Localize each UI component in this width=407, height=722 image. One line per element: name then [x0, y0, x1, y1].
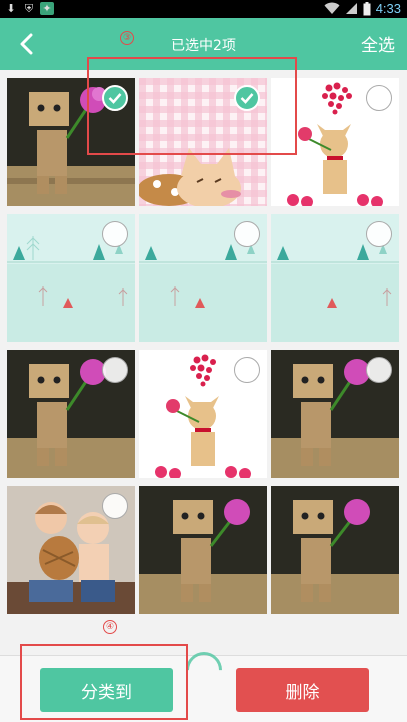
app-screen: ⬇ ⛨ ✦ 4:33 已选中2项 全选 ③ 分类到 删除 ④	[0, 0, 407, 722]
photo-cell[interactable]	[7, 486, 135, 614]
selection-count-title: 已选中2项	[171, 38, 236, 54]
delete-button[interactable]: 删除	[236, 668, 369, 712]
selection-checkbox[interactable]	[366, 85, 392, 111]
status-bar: ⬇ ⛨ ✦ 4:33	[0, 0, 407, 18]
selection-checkbox[interactable]	[234, 357, 260, 383]
wifi-icon	[324, 2, 340, 14]
photo-cell[interactable]	[139, 350, 267, 478]
annotation-label-4: ④	[103, 620, 117, 634]
photo-cell[interactable]	[271, 350, 399, 478]
photo-cell[interactable]	[7, 214, 135, 342]
photo-cell[interactable]	[271, 486, 399, 614]
selection-checkbox[interactable]	[366, 357, 392, 383]
shield-icon: ⛨	[24, 1, 34, 15]
selection-checkbox[interactable]	[102, 493, 128, 519]
photo-grid	[7, 78, 399, 614]
photo-cell[interactable]	[139, 214, 267, 342]
battery-icon	[363, 1, 371, 15]
selection-checkbox[interactable]	[102, 221, 128, 247]
photo-cell[interactable]	[271, 214, 399, 342]
app-notification-icon: ✦	[40, 2, 54, 15]
selection-checkbox[interactable]	[102, 357, 128, 383]
photo-cell[interactable]	[139, 486, 267, 614]
signal-icon	[345, 3, 357, 14]
annotation-box-3	[87, 57, 297, 155]
danbo-rose-thumbnail	[271, 486, 399, 614]
annotation-box-4	[20, 644, 188, 720]
annotation-label-3: ③	[120, 31, 134, 45]
selection-checkbox[interactable]	[234, 221, 260, 247]
photo-cell[interactable]	[7, 350, 135, 478]
download-icon: ⬇	[6, 2, 16, 15]
select-all-button[interactable]: 全选	[361, 31, 395, 56]
status-clock: 4:33	[375, 1, 401, 16]
danbo-rose-thumbnail	[139, 486, 267, 614]
selection-checkbox[interactable]	[366, 221, 392, 247]
